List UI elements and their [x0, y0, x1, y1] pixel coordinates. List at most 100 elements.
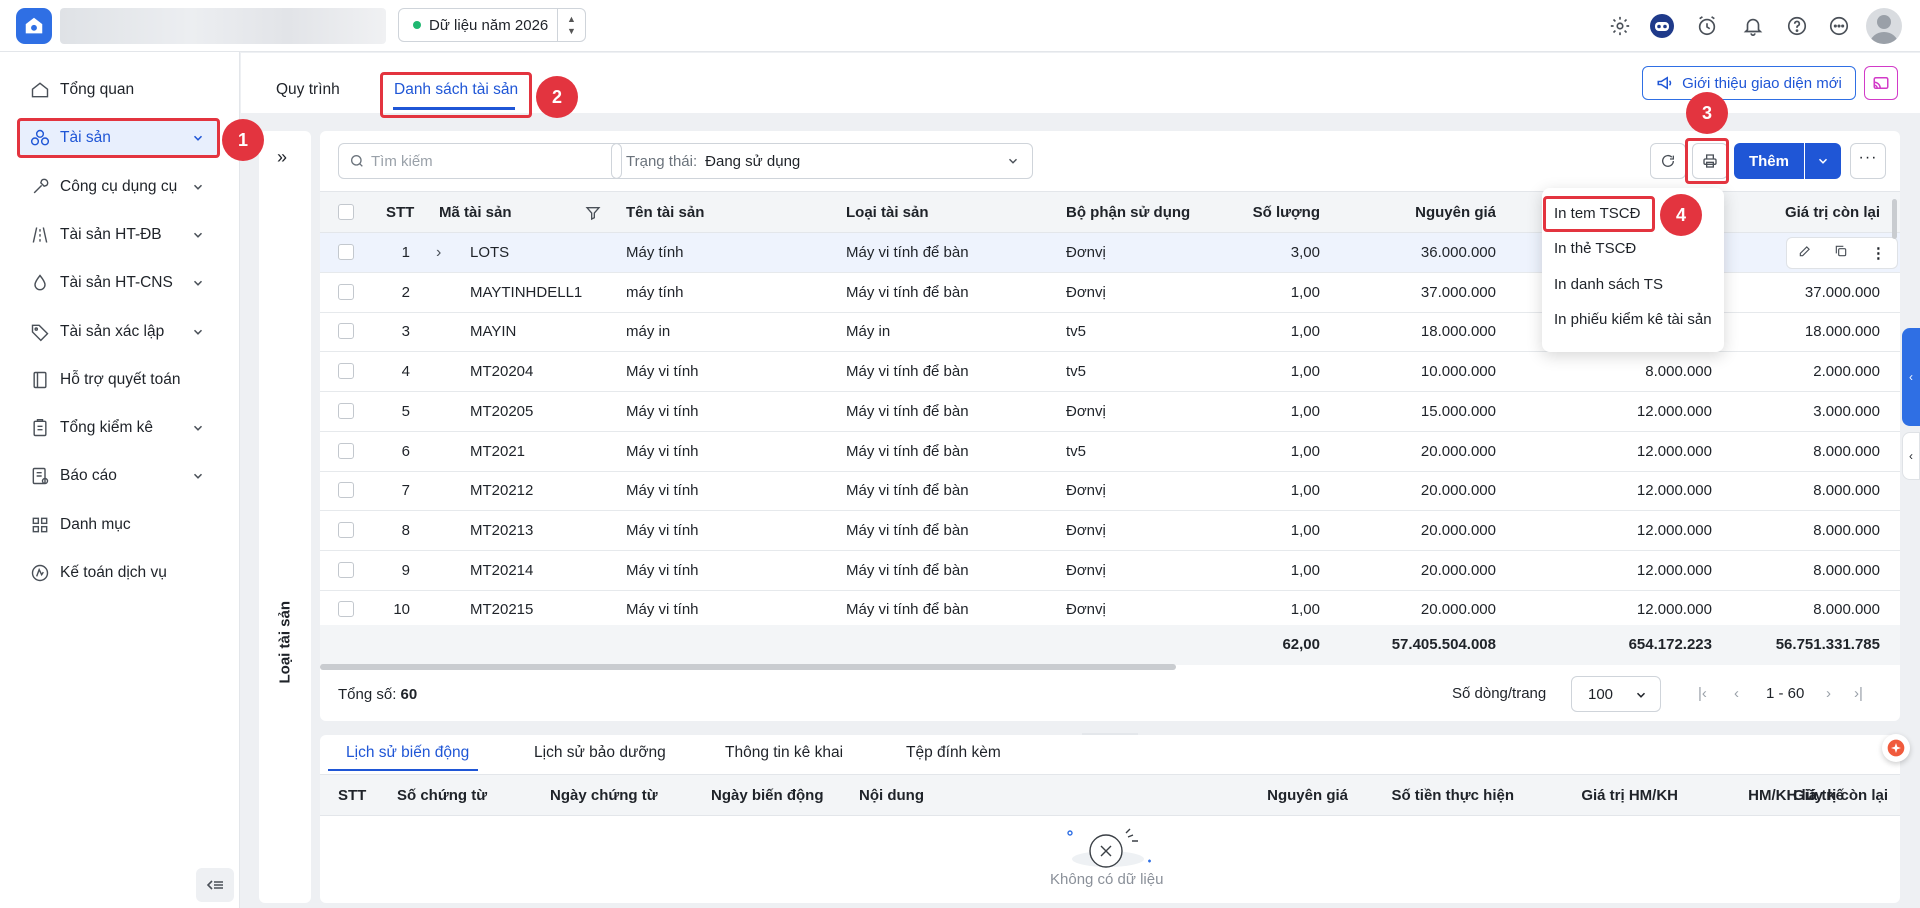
chevron-down-icon[interactable]: [190, 180, 206, 194]
row-checkbox[interactable]: [338, 442, 354, 459]
column-header-remaining[interactable]: Giá trị còn lại: [1700, 204, 1880, 221]
edit-icon[interactable]: [1798, 244, 1812, 262]
tab-change-history[interactable]: Lịch sử biến động: [346, 744, 469, 762]
sidebar-item-3[interactable]: Tài sản HT-ĐB: [18, 215, 218, 255]
refresh-button[interactable]: [1650, 143, 1686, 179]
expand-panel-icon[interactable]: »: [277, 147, 287, 168]
callout-box-1: [17, 118, 220, 158]
vertical-scrollbar[interactable]: [1892, 199, 1897, 239]
column-header-dept[interactable]: Bộ phận sử dụng: [1066, 204, 1190, 221]
column-header-qty[interactable]: Số lượng: [1200, 204, 1320, 221]
right-panel-toggle-secondary[interactable]: ‹: [1902, 432, 1920, 480]
tab-attachments[interactable]: Tệp đính kèm: [906, 744, 1001, 762]
column-header-cost[interactable]: Nguyên giá: [1320, 204, 1496, 221]
copy-icon[interactable]: [1834, 244, 1848, 262]
select-all-checkbox[interactable]: [338, 204, 354, 220]
help-icon[interactable]: [1784, 13, 1810, 39]
table-row[interactable]: 7 MT20212 Máy vi tính Máy vi tính để bàn Đơn…: [320, 471, 1900, 512]
search-input[interactable]: [371, 152, 611, 170]
sidebar-item-7[interactable]: Tổng kiểm kê: [18, 408, 218, 448]
cell-qty: 3,00: [1290, 244, 1320, 261]
add-dropdown-button[interactable]: [1805, 143, 1841, 179]
sidebar-item-8[interactable]: Báo cáo: [18, 456, 218, 496]
book-icon: [30, 370, 50, 390]
column-header-code[interactable]: Mã tài sản: [439, 204, 512, 221]
menu-item-print-asset-list[interactable]: In danh sách TS: [1554, 276, 1663, 293]
row-checkbox[interactable]: [338, 482, 354, 499]
table-row[interactable]: 4 MT20204 Máy vi tính Máy vi tính để bàn tv5…: [320, 352, 1900, 393]
user-avatar[interactable]: [1866, 8, 1902, 44]
table-row[interactable]: 8 MT20213 Máy vi tính Máy vi tính để bàn Đơn…: [320, 511, 1900, 551]
tab-declaration-info[interactable]: Thông tin kê khai: [725, 744, 843, 762]
status-filter[interactable]: Trạng thái: Đang sử dụng: [611, 143, 1033, 179]
right-panel-toggle[interactable]: ‹: [1902, 328, 1920, 426]
row-checkbox[interactable]: [338, 601, 354, 618]
sidebar-item-2[interactable]: Công cụ dụng cụ: [18, 167, 218, 207]
row-checkbox[interactable]: [338, 521, 354, 538]
cell-stt: 6: [401, 442, 410, 460]
year-selector[interactable]: Dữ liệu năm 2026 ▲ ▼: [398, 8, 586, 42]
detail-table-header: STT Số chứng từ Ngày chứng từ Ngày biến …: [320, 774, 1900, 816]
row-checkbox[interactable]: [338, 323, 354, 340]
add-button[interactable]: Thêm: [1734, 143, 1804, 179]
notification-bell-icon[interactable]: [1740, 13, 1766, 39]
total-remaining: 56.751.331.785: [1775, 636, 1880, 653]
assistant-bot-icon[interactable]: [1649, 13, 1675, 39]
rows-per-page-select[interactable]: 100: [1571, 676, 1661, 712]
cast-button[interactable]: [1864, 66, 1898, 100]
more-vertical-icon[interactable]: ⋮: [1871, 244, 1886, 262]
app-logo[interactable]: [16, 8, 52, 44]
row-checkbox[interactable]: [338, 363, 354, 380]
tag-icon: [30, 322, 50, 342]
year-spinner[interactable]: ▲ ▼: [557, 9, 585, 41]
row-checkbox[interactable]: [338, 244, 354, 260]
menu-item-print-asset-card[interactable]: In thẻ TSCĐ: [1554, 240, 1636, 257]
table-row[interactable]: 6 MT2021 Máy vi tính Máy vi tính để bàn tv5 1…: [320, 432, 1900, 472]
sidebar-item-6[interactable]: Hỗ trợ quyết toán: [18, 360, 218, 400]
column-header-stt: STT: [386, 204, 415, 221]
sidebar-item-0[interactable]: Tổng quan: [18, 70, 218, 110]
collapse-sidebar-button[interactable]: [196, 868, 234, 902]
menu-item-print-inventory-sheet[interactable]: In phiếu kiểm kê tài sản: [1554, 311, 1712, 328]
filter-icon[interactable]: [585, 205, 601, 221]
chevron-up-icon[interactable]: ▲: [567, 13, 576, 25]
search-box[interactable]: [338, 143, 622, 179]
column-header-name[interactable]: Tên tài sản: [626, 204, 704, 221]
sidebar-item-10[interactable]: Kế toán dịch vụ: [18, 553, 218, 593]
last-page-icon[interactable]: ›|: [1854, 685, 1863, 702]
more-apps-icon[interactable]: [1826, 13, 1852, 39]
sidebar-item-4[interactable]: Tài sản HT-CNS: [18, 263, 218, 303]
chevron-down-icon[interactable]: [190, 325, 206, 339]
status-filter-value: Đang sử dụng: [705, 152, 801, 170]
cell-stt: 5: [401, 402, 410, 420]
alarm-clock-icon[interactable]: [1694, 13, 1720, 39]
first-page-icon[interactable]: |‹: [1698, 685, 1707, 702]
tab-maintenance-history[interactable]: Lịch sử bảo dưỡng: [534, 744, 666, 762]
expand-row-icon[interactable]: ›: [436, 244, 441, 262]
chevron-down-icon[interactable]: [190, 421, 206, 435]
prev-page-icon[interactable]: ‹: [1734, 685, 1739, 702]
horizontal-scrollbar[interactable]: [320, 664, 1176, 670]
ai-assistant-button[interactable]: [1882, 734, 1910, 762]
row-checkbox[interactable]: [338, 561, 354, 578]
chevron-down-icon[interactable]: [190, 469, 206, 483]
cell-name: Máy vi tính: [626, 601, 699, 619]
chevron-down-icon[interactable]: ▼: [567, 25, 576, 37]
tools-icon: [30, 177, 50, 197]
table-row[interactable]: 9 MT20214 Máy vi tính Máy vi tính để bàn Đơn…: [320, 551, 1900, 591]
tab-process[interactable]: Quy trình: [276, 81, 340, 99]
more-options-button[interactable]: ···: [1850, 143, 1886, 179]
row-checkbox[interactable]: [338, 283, 354, 300]
intro-new-ui-button[interactable]: Giới thiệu giao diện mới: [1642, 66, 1856, 100]
total-count: Tổng số: 60: [338, 686, 417, 703]
row-checkbox[interactable]: [338, 402, 354, 419]
row-actions: ⋮: [1786, 237, 1898, 269]
settings-gear-icon[interactable]: [1607, 13, 1633, 39]
chevron-down-icon[interactable]: [190, 228, 206, 242]
chevron-down-icon[interactable]: [190, 276, 206, 290]
table-row[interactable]: 5 MT20205 Máy vi tính Máy vi tính để bàn Đơn…: [320, 392, 1900, 432]
sidebar-item-5[interactable]: Tài sản xác lập: [18, 312, 218, 352]
sidebar-item-9[interactable]: Danh mục: [18, 505, 218, 545]
column-header-type[interactable]: Loại tài sản: [846, 204, 929, 221]
next-page-icon[interactable]: ›: [1826, 685, 1831, 702]
